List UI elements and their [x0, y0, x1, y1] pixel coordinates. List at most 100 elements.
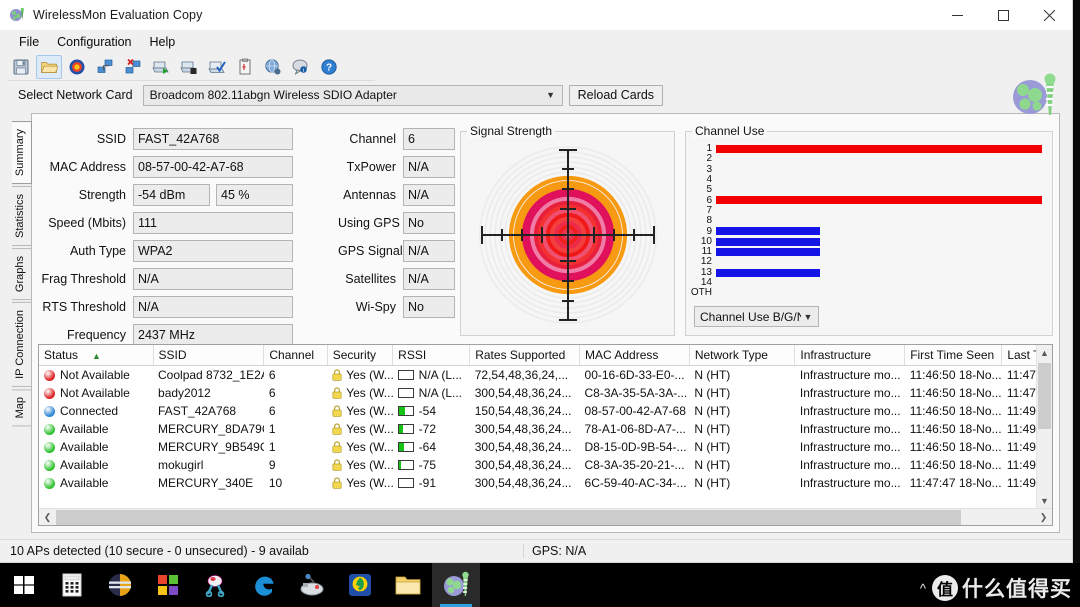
- comment-info-icon[interactable]: i: [288, 55, 314, 79]
- column-header-rates-supported[interactable]: Rates Supported: [469, 345, 581, 366]
- gps-signal-value[interactable]: N/A: [403, 239, 455, 262]
- channel-bar-track: [716, 175, 1042, 185]
- cell-ssid: bady2012: [158, 385, 211, 400]
- column-header-rssi[interactable]: RSSI: [392, 345, 471, 366]
- horizontal-scroll-thumb[interactable]: [56, 509, 961, 525]
- channel-use-mode-dropdown[interactable]: Channel Use B/G/N ▼: [694, 306, 819, 327]
- wispy-value[interactable]: No: [403, 295, 455, 318]
- svg-text:i: i: [303, 68, 304, 74]
- select-network-card-label: Select Network Card: [18, 88, 133, 102]
- txpower-value[interactable]: N/A: [403, 155, 455, 178]
- column-header-mac-address[interactable]: MAC Address: [579, 345, 690, 366]
- table-horizontal-scrollbar[interactable]: ❮ ❯: [39, 508, 1052, 525]
- network-card-dropdown[interactable]: Broadcom 802.11abgn Wireless SDIO Adapte…: [142, 84, 563, 106]
- report-icon[interactable]: [232, 55, 258, 79]
- frag-threshold-value[interactable]: N/A: [133, 267, 293, 290]
- table-vertical-scrollbar[interactable]: ▲ ▼: [1036, 345, 1052, 508]
- file-explorer-icon[interactable]: [384, 563, 432, 607]
- minimize-icon[interactable]: [934, 0, 980, 31]
- network-add-icon[interactable]: [92, 55, 118, 79]
- checklist-icon[interactable]: [204, 55, 230, 79]
- cell-rates-supported: 150,54,48,36,24...: [474, 403, 572, 418]
- calculator-icon[interactable]: [48, 563, 96, 607]
- menu-item-file[interactable]: File: [10, 33, 48, 51]
- channel-value[interactable]: 6: [403, 127, 455, 150]
- save-icon[interactable]: [8, 55, 34, 79]
- snipping-tool-icon[interactable]: [192, 563, 240, 607]
- scroll-trough[interactable]: [56, 508, 1035, 525]
- menu-item-configuration[interactable]: Configuration: [48, 33, 140, 51]
- network-remove-icon[interactable]: [120, 55, 146, 79]
- satellites-value[interactable]: N/A: [403, 267, 455, 290]
- strength-dbm-value[interactable]: -54 dBm: [133, 183, 210, 206]
- column-header-ssid[interactable]: SSID: [153, 345, 265, 366]
- menu-item-help[interactable]: Help: [141, 33, 185, 51]
- antennas-value[interactable]: N/A: [403, 183, 455, 206]
- browser-orb-icon[interactable]: [96, 563, 144, 607]
- start-button-icon[interactable]: [0, 563, 48, 607]
- tab-statistics[interactable]: Statistics: [12, 186, 32, 247]
- table-header: Status ▲ SSID Channel Security RSSI Rates…: [39, 345, 1052, 366]
- column-header-channel[interactable]: Channel: [263, 345, 328, 366]
- frequency-value[interactable]: 2437 MHz: [133, 323, 293, 346]
- monitor-start-icon[interactable]: [148, 55, 174, 79]
- using-gps-value[interactable]: No: [403, 211, 455, 234]
- edge-browser-icon[interactable]: [240, 563, 288, 607]
- tab-map[interactable]: Map: [12, 389, 32, 427]
- help-icon[interactable]: ?: [316, 55, 342, 79]
- rts-threshold-value[interactable]: N/A: [133, 295, 293, 318]
- scroll-down-icon[interactable]: ▼: [1037, 496, 1052, 506]
- rssi-text: -91: [418, 475, 436, 490]
- game-controller-icon[interactable]: [288, 563, 336, 607]
- mac-address-value[interactable]: 08-57-00-42-A7-68: [133, 155, 293, 178]
- column-header-status[interactable]: Status ▲: [39, 345, 154, 366]
- scroll-right-icon[interactable]: ❯: [1035, 512, 1052, 523]
- tab-summary[interactable]: Summary: [12, 121, 32, 185]
- cell-rssi: N/A (L...: [393, 366, 470, 384]
- table-row[interactable]: Available mokugirl 9 Yes (W... -75 300,54,48,…: [39, 456, 1052, 474]
- scroll-up-icon[interactable]: ▲: [1037, 345, 1052, 358]
- close-icon[interactable]: [1026, 0, 1072, 31]
- table-row[interactable]: Available MERCURY_9B549C 1 Yes (W... -64 300,…: [39, 438, 1052, 456]
- channel-bar-track: [716, 154, 1042, 164]
- table-row[interactable]: Available MERCURY_340E 10 Yes (W... -91 300,5…: [39, 474, 1052, 492]
- auth-type-value[interactable]: WPA2: [133, 239, 293, 262]
- channel-tick-label: 1: [706, 143, 712, 155]
- scroll-left-icon[interactable]: ❮: [39, 512, 56, 523]
- open-folder-icon[interactable]: [36, 55, 62, 79]
- header-row: Status ▲ SSID Channel Security RSSI Rates…: [39, 345, 1052, 366]
- status-led-icon: [44, 387, 55, 399]
- record-target-icon[interactable]: [64, 55, 90, 79]
- translate-app-icon[interactable]: [336, 563, 384, 607]
- table-row[interactable]: Not Available Coolpad 8732_1E2A 6 Yes (W...…: [39, 366, 1052, 384]
- column-header-network-type[interactable]: Network Type: [689, 345, 796, 366]
- strength-percent-value[interactable]: 45 %: [216, 183, 293, 206]
- globe-settings-icon[interactable]: [260, 55, 286, 79]
- cell-ssid: Coolpad 8732_1E2A: [158, 367, 264, 382]
- lock-icon: [332, 422, 342, 435]
- field-mac-address: MAC Address 08-57-00-42-A7-68: [38, 154, 338, 179]
- connection-details-form: SSID FAST_42A768 MAC Address 08-57-00-42…: [38, 122, 338, 346]
- tab-graphs[interactable]: Graphs: [12, 248, 32, 301]
- tab-ip-connection[interactable]: IP Connection: [12, 302, 32, 388]
- speed-value[interactable]: 111: [133, 211, 293, 234]
- table-row[interactable]: Connected FAST_42A768 6 Yes (W... -54 150,54,…: [39, 402, 1052, 420]
- field-frag-threshold: Frag Threshold N/A: [38, 266, 338, 291]
- ssid-value[interactable]: FAST_42A768: [133, 127, 293, 150]
- table-row[interactable]: Not Available bady2012 6 Yes (W... N/A (L...…: [39, 384, 1052, 402]
- maximize-icon[interactable]: [980, 0, 1026, 31]
- column-header-security[interactable]: Security: [327, 345, 394, 366]
- cell-first-time-seen: 11:47:47 18-No...: [909, 475, 1002, 490]
- reload-cards-button[interactable]: Reload Cards: [568, 84, 664, 106]
- field-label: RTS Threshold: [42, 299, 126, 314]
- wirelessmon-icon[interactable]: [432, 563, 480, 607]
- column-header-first-time-seen[interactable]: First Time Seen: [904, 345, 1003, 366]
- table-row[interactable]: Available MERCURY_8DA79C 1 Yes (W... -72 300,…: [39, 420, 1052, 438]
- security-text: Yes (W...: [346, 421, 393, 436]
- windows-store-icon[interactable]: [144, 563, 192, 607]
- lock-icon: [332, 386, 342, 399]
- column-header-infrastructure[interactable]: Infrastructure: [794, 345, 906, 366]
- vertical-scroll-thumb[interactable]: [1038, 363, 1051, 429]
- cell-status: Available: [39, 420, 153, 438]
- monitor-stop-icon[interactable]: [176, 55, 202, 79]
